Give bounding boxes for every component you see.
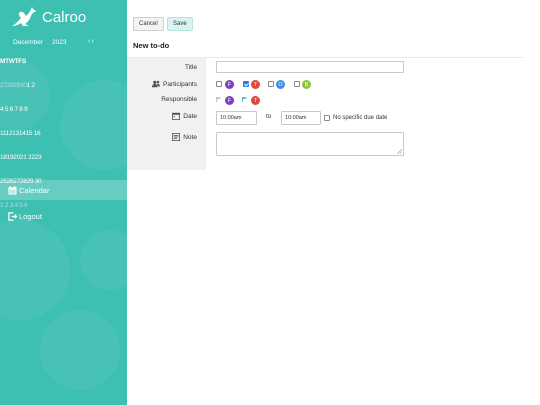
participant-avatar: T (251, 80, 260, 89)
participant-avatar: B (302, 80, 311, 89)
cancel-button[interactable]: Cancel (133, 17, 164, 31)
nav-calendar-label: Calendar (19, 185, 50, 195)
nav-calendar[interactable]: Calendar (0, 180, 127, 200)
resize-handle-icon[interactable] (397, 149, 402, 154)
note-label: Note (172, 133, 197, 141)
sidebar: Calroo December 2023 ‹ › MTWTFS 27282930… (0, 0, 127, 405)
date-from-input[interactable]: 10:00am (216, 111, 257, 125)
no-due-date-option[interactable]: No specific due date (324, 115, 387, 121)
participant-checkbox[interactable] (243, 81, 249, 87)
page-title: New to-do (133, 41, 170, 50)
responsible-flag-icon[interactable] (216, 97, 222, 102)
responsible-avatar: T (251, 96, 260, 105)
decorative-bubble (60, 80, 127, 170)
participant-checkbox[interactable] (294, 81, 300, 87)
calendar-year: 2023 (52, 39, 67, 46)
participant-checkbox[interactable] (268, 81, 274, 87)
decorative-bubble (0, 220, 70, 320)
calendar-week[interactable]: 4 5 6 7 8 9 (0, 106, 40, 118)
date-to-value: 10:00am (285, 115, 307, 121)
decorative-bubble (80, 230, 127, 290)
calendar-month: December (13, 39, 43, 46)
calendar-icon (8, 185, 17, 195)
responsible-flag-icon[interactable] (242, 97, 248, 102)
calendar-icon (172, 112, 181, 120)
save-button[interactable]: Save (167, 17, 193, 31)
participants-label: Participants (152, 80, 197, 88)
date-to-input[interactable]: 10:00am (281, 111, 321, 125)
next-month-icon[interactable]: › (91, 38, 93, 45)
main-content: Cancel Save New to-do Title Participants… (127, 0, 540, 405)
mini-calendar: MTWTFS 27282930 1 2 4 5 6 7 8 9 111213141… (0, 58, 42, 226)
participant-avatar: F (225, 80, 234, 89)
calendar-week[interactable]: 27282930 1 2 (0, 82, 40, 94)
calendar-nav: ‹ › (88, 38, 94, 45)
no-due-date-label: No specific due date (333, 115, 388, 121)
calendar-week[interactable]: 1112131415 16 (0, 130, 41, 142)
nav-logout[interactable]: Logout (0, 206, 127, 226)
nav-logout-label: Logout (19, 211, 42, 221)
note-icon (172, 133, 181, 141)
date-label: Date (172, 112, 197, 120)
logout-icon (8, 211, 17, 221)
participant-checkbox[interactable] (216, 81, 222, 87)
no-due-date-checkbox[interactable] (324, 115, 330, 121)
title-input[interactable] (216, 61, 404, 73)
responsible-avatar: F (225, 96, 234, 105)
decorative-bubble (40, 310, 120, 390)
brand[interactable]: Calroo (10, 5, 86, 29)
note-textarea[interactable] (216, 132, 404, 156)
prev-month-icon[interactable]: ‹ (88, 38, 90, 45)
participants-icon (152, 80, 161, 88)
participant-avatar: O (276, 80, 285, 89)
calendar-weekdays: MTWTFS (0, 58, 26, 65)
title-label: Title (184, 64, 197, 71)
calendar-header: December 2023 ‹ › (13, 38, 121, 49)
calendar-week[interactable]: 18192021 2223 (0, 154, 42, 166)
responsible-label: Responsible (161, 96, 197, 103)
kangaroo-logo-icon (12, 7, 36, 26)
app-name: Calroo (42, 8, 87, 26)
date-to-separator: to (266, 113, 272, 120)
date-from-value: 10:00am (220, 115, 242, 121)
